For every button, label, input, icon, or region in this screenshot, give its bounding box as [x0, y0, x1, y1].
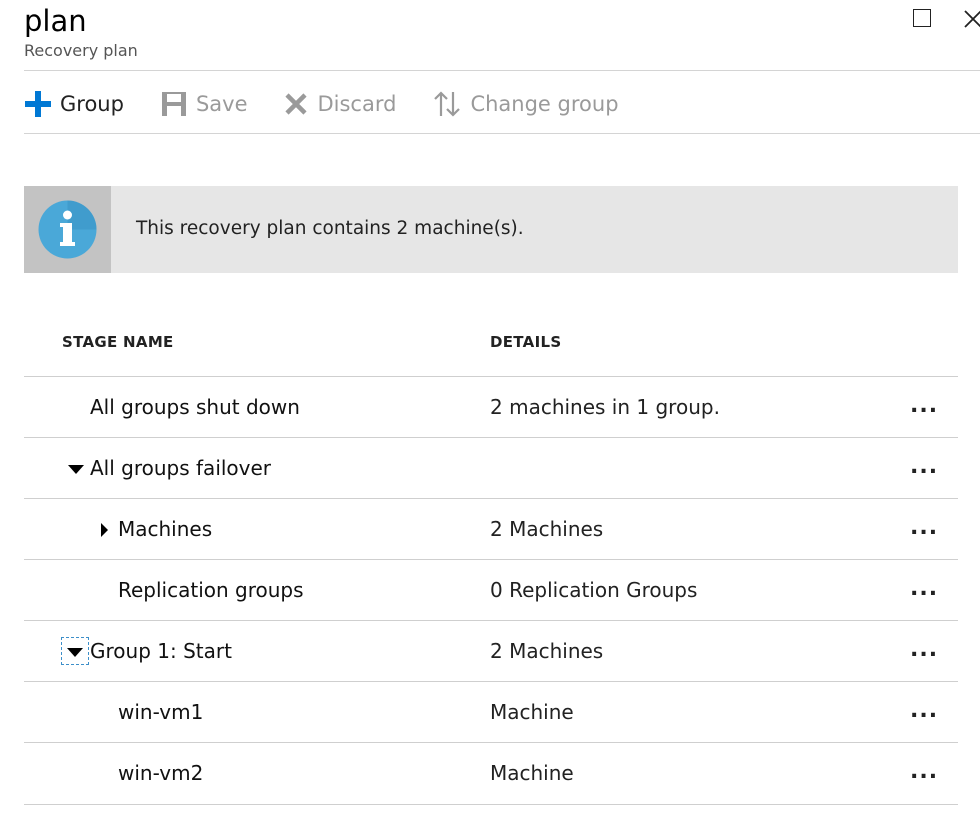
table-row[interactable]: win-vm1 Machine ...	[24, 681, 958, 743]
info-banner: This recovery plan contains 2 machine(s)…	[24, 186, 958, 273]
add-group-button[interactable]: Group	[24, 90, 124, 118]
stage-name: Group 1: Start	[90, 639, 232, 663]
header-divider	[24, 70, 980, 71]
caret-down-icon[interactable]	[68, 465, 84, 474]
stage-name: win-vm1	[118, 700, 204, 724]
stage-details: 2 Machines	[490, 639, 604, 663]
add-group-label: Group	[60, 92, 124, 116]
info-icon	[38, 200, 97, 259]
stage-name-header: STAGE NAME	[62, 333, 174, 351]
details-header: DETAILS	[490, 333, 562, 351]
stage-details: 2 Machines	[490, 517, 604, 541]
toolbar-divider	[24, 133, 980, 134]
stage-details: Machine	[490, 700, 574, 724]
stage-name: All groups failover	[90, 456, 272, 480]
swap-arrows-icon	[434, 91, 461, 117]
table-row[interactable]: win-vm2 Machine ...	[24, 742, 958, 805]
table-row[interactable]: All groups failover ...	[24, 437, 958, 499]
stage-details: Machine	[490, 761, 574, 785]
stage-name: All groups shut down	[90, 395, 300, 419]
info-icon-area	[24, 186, 111, 273]
discard-button[interactable]: Discard	[283, 91, 396, 117]
stage-name: Replication groups	[118, 578, 304, 602]
more-options-button[interactable]: ...	[910, 759, 938, 784]
caret-right-icon[interactable]	[101, 523, 108, 537]
more-options-button[interactable]: ...	[910, 515, 938, 540]
more-options-button[interactable]: ...	[910, 698, 938, 723]
save-label: Save	[195, 92, 248, 116]
table-row[interactable]: All groups shut down 2 machines in 1 gro…	[24, 376, 958, 438]
toolbar: Group Save Discard Change group	[24, 84, 655, 124]
change-group-button[interactable]: Change group	[432, 89, 619, 119]
save-icon	[161, 92, 186, 116]
more-options-button[interactable]: ...	[910, 637, 938, 662]
info-banner-text: This recovery plan contains 2 machine(s)…	[136, 218, 524, 239]
stage-name: win-vm2	[118, 761, 204, 785]
close-icon	[964, 10, 980, 28]
more-options-button[interactable]: ...	[910, 576, 938, 601]
page-title: plan	[24, 4, 87, 38]
page-subtitle: Recovery plan	[24, 41, 138, 60]
more-options-button[interactable]: ...	[910, 454, 938, 479]
caret-down-icon[interactable]	[67, 648, 83, 657]
discard-label: Discard	[317, 92, 397, 116]
change-group-label: Change group	[470, 92, 619, 116]
stage-name: Machines	[118, 517, 213, 541]
table-row[interactable]: Group 1: Start 2 Machines ...	[24, 620, 958, 682]
stage-details: 2 machines in 1 group.	[490, 395, 720, 419]
maximize-button[interactable]	[912, 8, 934, 30]
save-button[interactable]: Save	[160, 90, 248, 118]
more-options-button[interactable]: ...	[910, 393, 938, 418]
maximize-icon	[913, 9, 931, 27]
table-row[interactable]: Replication groups 0 Replication Groups …	[24, 559, 958, 621]
discard-x-icon	[285, 93, 308, 115]
close-button[interactable]	[962, 8, 980, 30]
plus-icon	[25, 91, 51, 117]
stage-details: 0 Replication Groups	[490, 578, 698, 602]
table-row[interactable]: Machines 2 Machines ...	[24, 498, 958, 560]
